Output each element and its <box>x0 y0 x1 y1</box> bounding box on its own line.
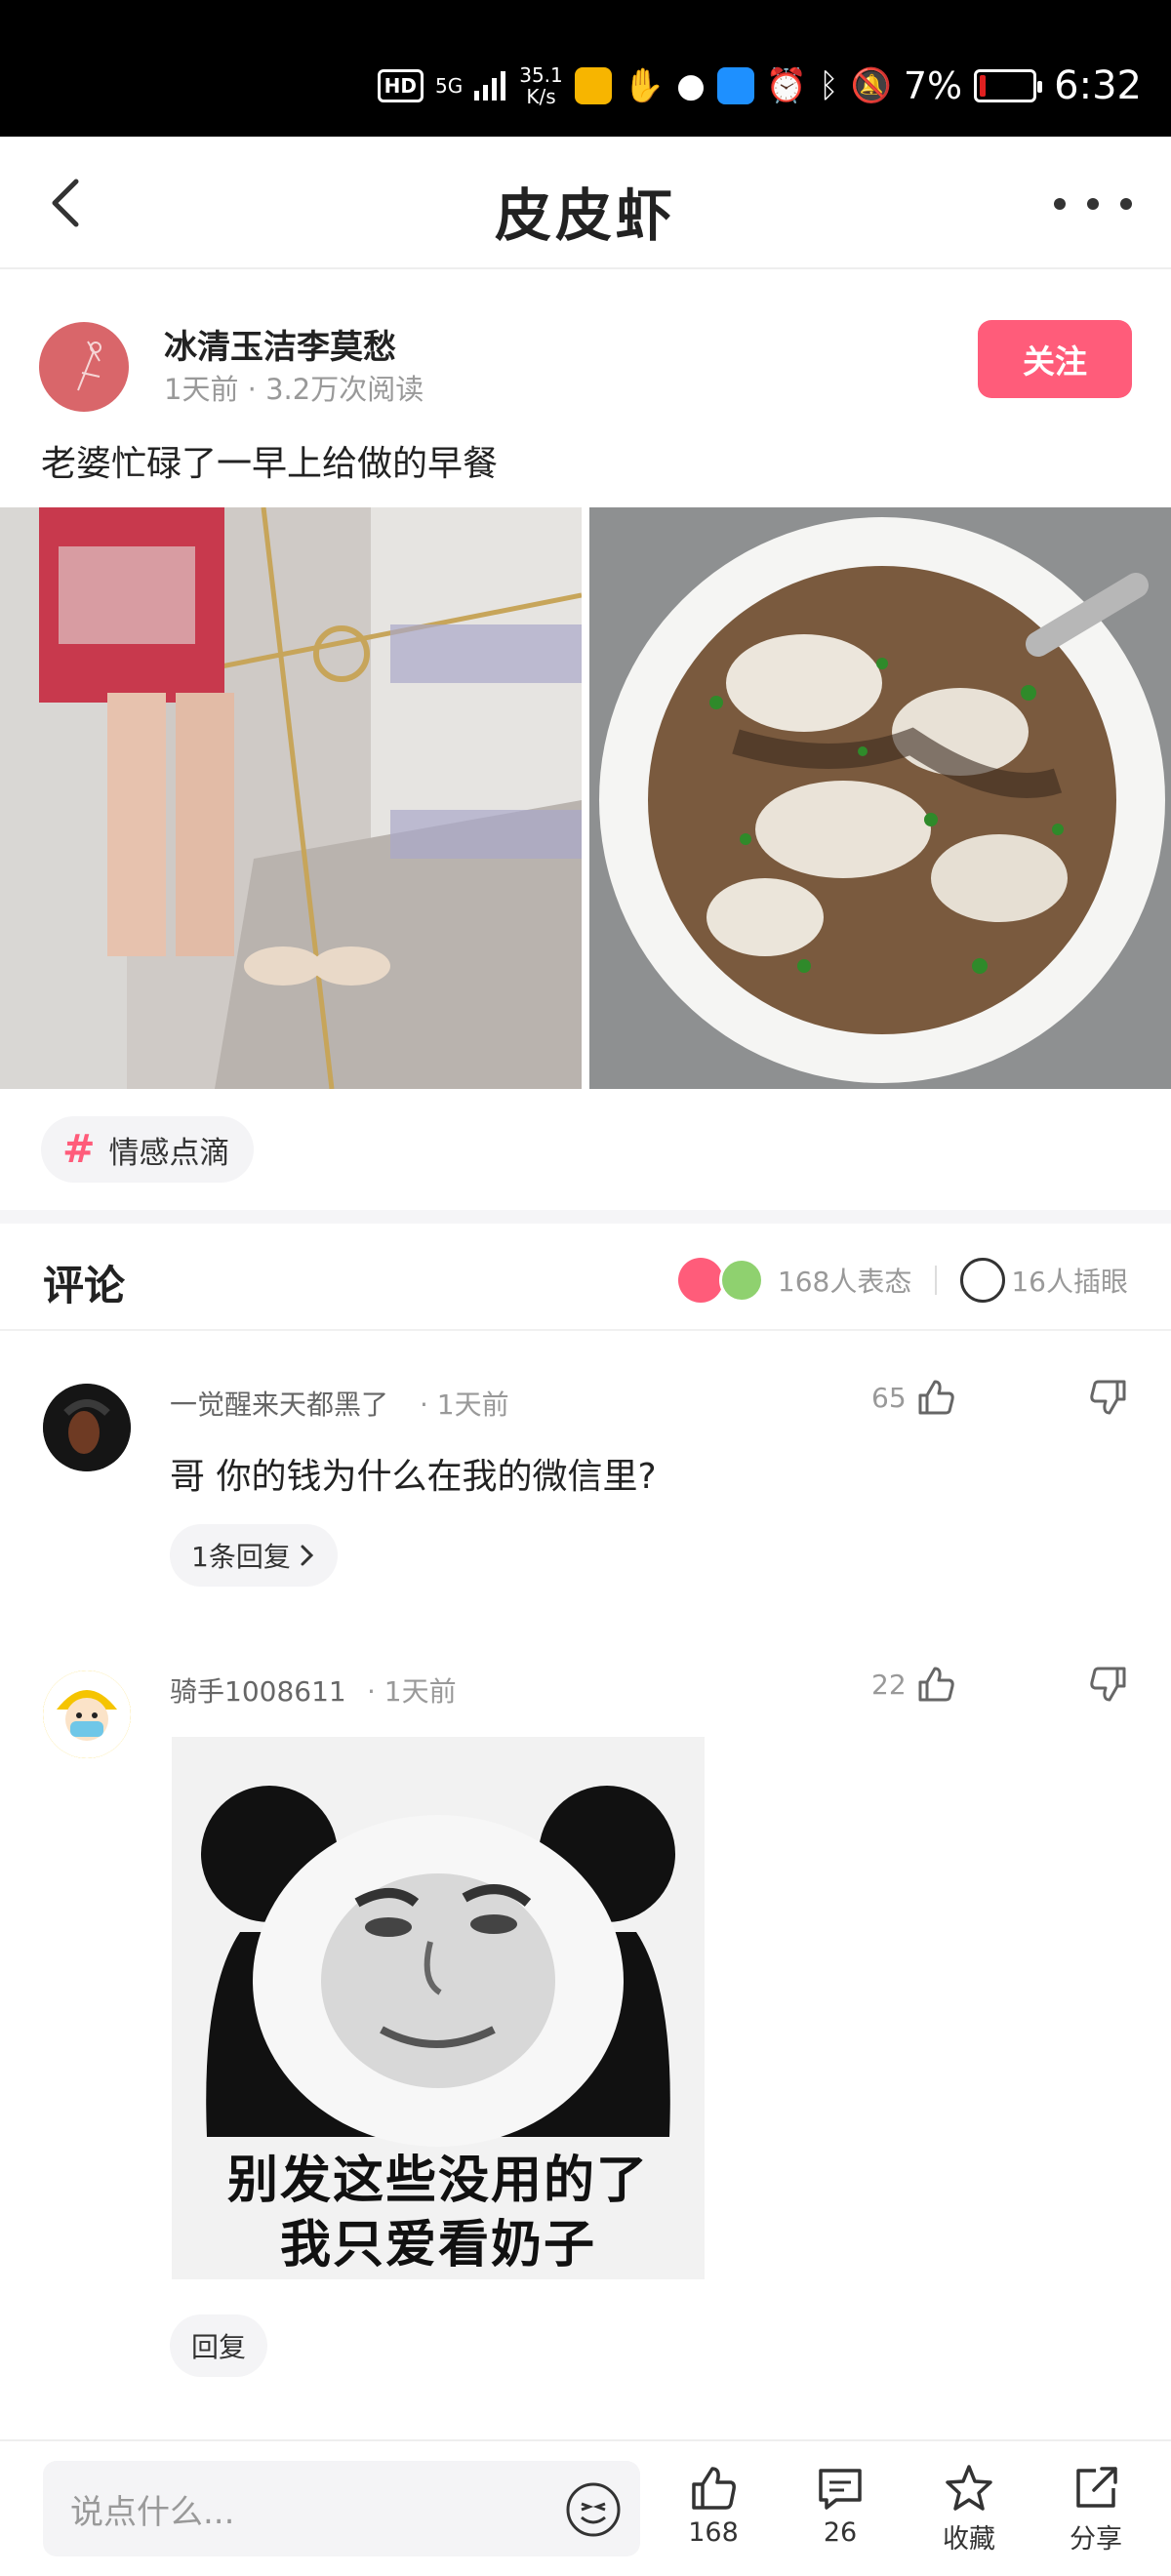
comment-icon <box>819 2469 862 2510</box>
comment-time: · 1天前 <box>367 1675 457 1708</box>
meme-caption-line1: 别发这些没用的了 <box>226 2152 649 2210</box>
meme-image[interactable]: 别发这些没用的了 我只爱看奶子 <box>172 1737 705 2279</box>
share-label: 分享 <box>1070 2524 1122 2555</box>
more-dot-icon <box>1120 198 1132 210</box>
thumbs-up-reaction-icon <box>677 1258 723 1303</box>
like-post-button[interactable]: 168 <box>660 2463 767 2548</box>
status-icons: HD 5G 35.1 K/s ✋ ● ⏰ ᛒ 🔕 7% 6:32 <box>377 49 1142 123</box>
reply-button[interactable]: 回复 <box>170 2314 268 2377</box>
hand-icon: ✋ <box>623 66 666 105</box>
thumbs-up-icon <box>692 2467 736 2510</box>
comment-text: 哥 你的钱为什么在我的微信里? <box>170 1457 657 1497</box>
view-replies-button[interactable]: 1条回复 <box>170 1524 338 1587</box>
page-title: 皮皮虾 <box>494 182 676 249</box>
battery-icon <box>974 69 1043 102</box>
post-text: 老婆忙碌了一早上给做的早餐 <box>41 444 499 484</box>
thumbs-up-icon <box>918 1380 954 1415</box>
hashtag-icon: # <box>62 1127 96 1172</box>
thumbs-down-icon[interactable] <box>1087 1376 1130 1419</box>
star-icon <box>946 2465 992 2511</box>
comment-like-count: 22 <box>871 1668 907 1701</box>
mail-notification-icon <box>574 67 612 104</box>
thumbs-up-icon <box>918 1667 954 1702</box>
commenter-name[interactable]: 骑手1008611 <box>170 1670 346 1710</box>
top-navigation: 皮皮虾 <box>0 137 1171 269</box>
qq-icon: ● <box>676 66 706 105</box>
chevron-right-icon <box>301 1545 313 1566</box>
comment-like-button[interactable]: 22 <box>871 1663 957 1706</box>
commenter-name[interactable]: 一觉醒来天都黑了 <box>170 1384 388 1423</box>
comment-item: 骑手1008611 · 1天前 22 别发这些没用的了 我只爱看奶子 回复 <box>0 1663 1171 2404</box>
weather-icon <box>716 67 754 104</box>
thumbs-down-icon[interactable] <box>1087 1663 1130 1706</box>
more-dot-icon <box>1054 198 1066 210</box>
topic-tag-label: 情感点滴 <box>108 1135 230 1171</box>
reactions-count: 168人表态 <box>777 1266 912 1298</box>
commenter-avatar[interactable] <box>43 1670 131 1758</box>
author-avatar[interactable] <box>39 322 129 412</box>
commenter-avatar[interactable] <box>43 1384 131 1471</box>
comment-like-count: 65 <box>871 1381 907 1414</box>
collect-label: 收藏 <box>943 2524 995 2555</box>
post-author: 冰清玉洁李莫愁 1天前 · 3.2万次阅读 关注 <box>39 320 1132 414</box>
replies-label: 1条回复 <box>191 1541 291 1573</box>
comment-time: · 1天前 <box>420 1389 509 1421</box>
comments-button[interactable]: 26 <box>787 2463 894 2548</box>
network-speed: 35.1 K/s <box>519 63 563 108</box>
comment-input[interactable]: 说点什么... <box>43 2461 640 2556</box>
alarm-icon: ⏰ <box>765 66 808 105</box>
mute-icon: 🔕 <box>850 66 892 105</box>
share-icon <box>1076 2467 1117 2508</box>
eye-count: 16人插眼 <box>1011 1266 1128 1298</box>
follow-button[interactable]: 关注 <box>978 320 1132 398</box>
author-name[interactable]: 冰清玉洁李莫愁 <box>164 320 396 368</box>
meme-caption-line2: 我只爱看奶子 <box>279 2216 596 2274</box>
more-options-button[interactable] <box>1054 180 1132 228</box>
comments-divider <box>0 1329 1171 1331</box>
more-dot-icon <box>1087 198 1099 210</box>
network-type: 5G <box>435 74 464 98</box>
comments-title: 评论 <box>43 1262 126 1309</box>
section-divider <box>0 1210 1171 1224</box>
bottom-action-bar: 说点什么... 168 26 收藏 分享 <box>0 2439 1171 2576</box>
topic-tag[interactable]: # 情感点滴 <box>41 1116 254 1183</box>
status-bar: HD 5G 35.1 K/s ✋ ● ⏰ ᛒ 🔕 7% 6:32 <box>0 0 1171 137</box>
comment-item: 一觉醒来天都黑了 · 1天前 65 哥 你的钱为什么在我的微信里? 1条回复 <box>0 1376 1171 1600</box>
emoji-icon[interactable] <box>564 2480 623 2539</box>
comment-like-button[interactable]: 65 <box>871 1376 957 1419</box>
comment-count: 26 <box>823 2517 858 2548</box>
battery-percent: 7% <box>903 64 963 107</box>
reaction-separator <box>935 1266 938 1295</box>
reactions-summary[interactable]: 168人表态 16人插眼 <box>677 1251 1128 1309</box>
clock: 6:32 <box>1054 63 1142 108</box>
bluetooth-icon: ᛒ <box>819 66 839 105</box>
post-image-wonton-soup[interactable] <box>589 507 1171 1089</box>
eyes-reaction-icon <box>960 1258 1006 1303</box>
post-meta: 1天前 · 3.2万次阅读 <box>164 373 424 406</box>
share-button[interactable]: 分享 <box>1042 2463 1150 2556</box>
hd-badge: HD <box>377 69 424 102</box>
signal-icon <box>474 71 506 101</box>
comment-input-placeholder: 说点什么... <box>70 2492 235 2532</box>
post-image-kitchen[interactable] <box>0 507 582 1089</box>
coconut-reaction-icon <box>718 1258 764 1303</box>
like-count: 168 <box>688 2517 739 2548</box>
collect-button[interactable]: 收藏 <box>915 2463 1023 2556</box>
reply-label: 回复 <box>191 2331 247 2363</box>
